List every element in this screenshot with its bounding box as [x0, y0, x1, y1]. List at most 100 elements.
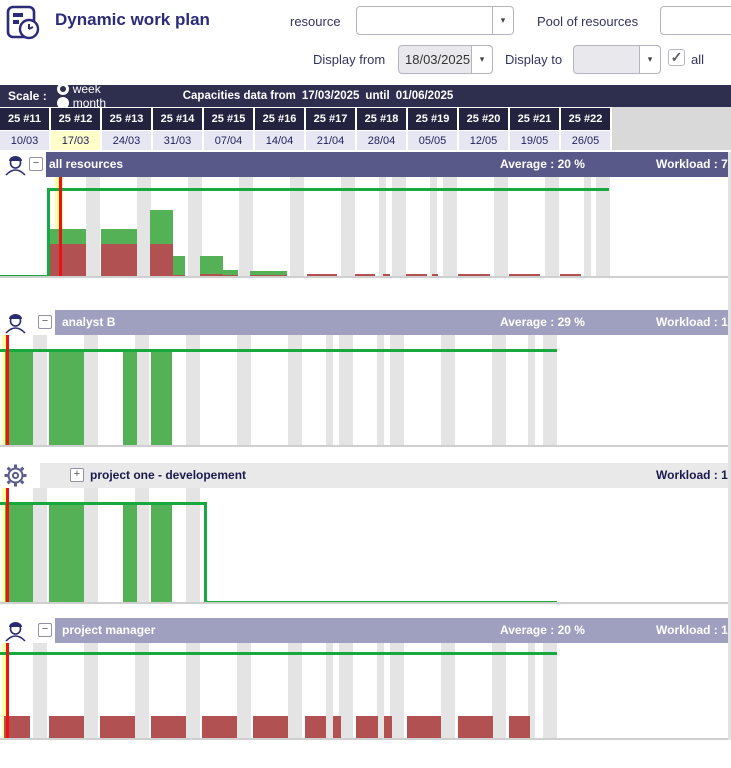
nonworking-day-stripe [584, 177, 591, 278]
real-workload-bar [151, 716, 186, 740]
capacity-line [0, 502, 204, 505]
nonworking-day-stripe [33, 488, 47, 604]
nonworking-day-stripe [33, 643, 47, 740]
week-header-cell: 25 #15 [204, 108, 253, 130]
display-to-date-picker[interactable]: ▾ [573, 45, 661, 74]
resource-dropdown-button[interactable]: ▾ [492, 7, 513, 34]
nonworking-day-stripe [186, 643, 200, 740]
real-workload-bar [333, 716, 341, 740]
radio-icon[interactable] [57, 83, 69, 95]
nonworking-day-stripe [430, 177, 437, 278]
date-cell: 28/04 [357, 131, 406, 150]
scale-bar: Scale : dayweekmonthquarter Capacities d… [0, 85, 731, 107]
section-header-project-one: + project one - developement Workload : … [0, 463, 731, 488]
scale-radio-day[interactable]: day [57, 68, 111, 82]
real-workload-bar [202, 716, 237, 740]
collapse-button[interactable]: − [29, 157, 43, 171]
date-cell: 12/05 [459, 131, 508, 150]
real-workload-bar [200, 274, 223, 278]
section-header-all-resources: − all resources Average : 20 % Workload … [0, 152, 731, 177]
collapse-button[interactable]: − [38, 315, 52, 329]
expand-button[interactable]: + [70, 468, 84, 482]
capacity-line [47, 188, 609, 191]
today-line [6, 643, 9, 740]
collapse-button[interactable]: − [38, 623, 52, 637]
nonworking-day-stripe [441, 643, 455, 740]
nonworking-day-stripe [379, 177, 386, 278]
section-title: project manager [62, 623, 155, 637]
nonworking-day-stripe [135, 488, 149, 604]
section-title: project one - developement [90, 468, 246, 482]
all-checkbox-label: all [691, 52, 704, 67]
week-header-cell: 25 #19 [408, 108, 457, 130]
pool-of-resources-input[interactable] [660, 6, 731, 35]
nonworking-day-stripe [392, 177, 406, 278]
chart-project-one [0, 488, 731, 604]
chart-analyst-b [0, 335, 731, 447]
date-row: 10/0317/0324/0331/0307/0414/0421/0428/04… [0, 131, 612, 150]
real-workload-bar [384, 716, 392, 740]
real-workload-bar [173, 275, 185, 278]
date-cell: 07/04 [204, 131, 253, 150]
real-workload-bar [307, 274, 337, 278]
resource-select[interactable]: ▾ [356, 6, 514, 35]
display-to-label: Display to [505, 52, 562, 67]
date-cell: 14/04 [255, 131, 304, 150]
real-workload-bar [101, 244, 137, 278]
real-workload-bar [407, 716, 441, 740]
average-value: Average : 20 % [500, 623, 585, 637]
all-checkbox[interactable]: ✓ [668, 49, 685, 66]
nonworking-day-stripe [290, 177, 304, 278]
check-icon: ✓ [671, 49, 683, 65]
date-cell: 21/04 [306, 131, 355, 150]
week-header-cell: 25 #17 [306, 108, 355, 130]
pool-of-resources-label: Pool of resources [537, 14, 638, 29]
chart-all-resources [0, 177, 731, 278]
nonworking-day-stripe [494, 177, 508, 278]
section-header-project-manager: − project manager Average : 20 % Workloa… [0, 618, 731, 643]
real-workload-bar [432, 274, 438, 278]
chevron-down-icon: ▾ [480, 54, 485, 65]
date-cell: 26/05 [561, 131, 610, 150]
capacities-until-date: 01/06/2025 [396, 90, 454, 102]
date-cell: 10/03 [0, 131, 49, 150]
resource-label: resource [290, 14, 341, 29]
week-header-cell: 25 #18 [357, 108, 406, 130]
real-workload-bar [250, 275, 287, 278]
real-workload-bar [355, 274, 375, 278]
page-title: Dynamic work plan [55, 10, 210, 30]
nonworking-day-stripe [288, 643, 302, 740]
planned-workload-bar [151, 349, 172, 447]
capacity-line [47, 188, 50, 278]
real-workload-bar [509, 274, 540, 278]
week-row: 25 #1125 #1225 #1325 #1425 #1525 #1625 #… [0, 107, 612, 130]
nonworking-day-stripe [237, 643, 251, 740]
date-cell: 31/03 [153, 131, 202, 150]
date-cell: 05/05 [408, 131, 457, 150]
resource-icon [3, 152, 28, 177]
capacities-from-date: 17/03/2025 [302, 90, 360, 102]
scale-radio-week[interactable]: week [57, 82, 111, 96]
scale-radio-label: day [73, 68, 92, 82]
scale-label: Scale : [8, 89, 47, 103]
week-header-cell: 25 #12 [51, 108, 100, 130]
nonworking-day-stripe [137, 177, 151, 278]
average-value: Average : 20 % [500, 157, 585, 171]
resource-icon [3, 310, 28, 335]
display-from-dropdown-button[interactable]: ▾ [471, 46, 492, 73]
chevron-down-icon: ▾ [501, 15, 506, 26]
nonworking-day-stripe [135, 643, 149, 740]
nonworking-day-stripe [390, 643, 404, 740]
radio-icon[interactable] [57, 69, 69, 81]
gear-icon [3, 463, 28, 488]
nonworking-day-stripe [239, 177, 253, 278]
date-cell-current: 17/03 [51, 131, 100, 150]
display-from-date-picker[interactable]: 18/03/2025 ▾ [398, 45, 493, 74]
nonworking-day-stripe [377, 643, 384, 740]
section-title: all resources [49, 157, 123, 171]
planned-workload-bar [123, 349, 137, 447]
nonworking-day-stripe [84, 643, 98, 740]
week-header-cell: 25 #16 [255, 108, 304, 130]
planned-workload-bar [49, 502, 84, 604]
display-to-dropdown-button[interactable]: ▾ [639, 46, 660, 73]
